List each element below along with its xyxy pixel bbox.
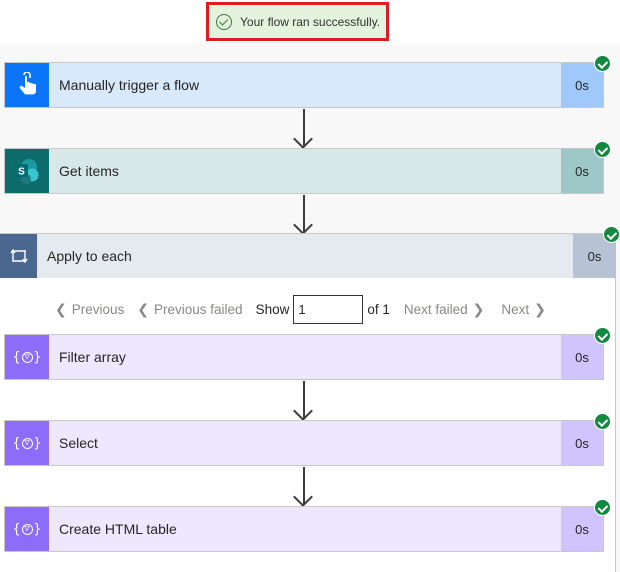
next-button[interactable]: Next ❯ [501, 301, 551, 318]
chevron-right-icon: ❯ [472, 300, 485, 317]
step-title: Apply to each [47, 248, 132, 264]
chevron-left-icon: ❮ [55, 300, 67, 317]
check-circle-icon [216, 13, 232, 30]
show-label: Show [255, 301, 290, 317]
success-check-icon [594, 141, 611, 158]
success-check-icon [594, 55, 611, 72]
step-manually-trigger[interactable]: Manually trigger a flow 0s [4, 55, 611, 108]
step-create-html-table[interactable]: {▽} Create HTML table 0s [4, 499, 611, 552]
previous-failed-label: Previous failed [154, 301, 243, 317]
previous-failed-button[interactable]: ❮ Previous failed [132, 301, 242, 318]
success-banner: Your flow ran successfully. [206, 2, 389, 41]
next-failed-label: Next failed [403, 301, 468, 317]
flow-arrow [303, 381, 305, 419]
success-check-icon [594, 499, 611, 516]
data-operation-icon: {▽} [5, 507, 49, 551]
sharepoint-icon: S [5, 149, 49, 193]
previous-label: Previous [71, 301, 125, 317]
step-title: Filter array [59, 349, 126, 365]
loop-icon [0, 234, 37, 278]
data-operation-icon: {▽} [5, 335, 49, 379]
next-label: Next [501, 301, 530, 317]
step-get-items[interactable]: S Get items 0s [4, 141, 611, 194]
chevron-left-icon: ❮ [137, 300, 149, 317]
touch-hand-icon [5, 63, 49, 107]
iteration-input[interactable] [293, 294, 364, 324]
iteration-pager: ❮ Previous ❮ Previous failed Show of 1 N… [50, 294, 551, 324]
step-filter-array[interactable]: {▽} Filter array 0s [4, 327, 611, 380]
step-apply-to-each[interactable]: Apply to each 0s [0, 226, 620, 278]
success-check-icon [594, 327, 611, 344]
svg-text:S: S [18, 167, 25, 178]
step-title: Get items [59, 163, 119, 179]
step-title: Create HTML table [59, 521, 177, 537]
flow-arrow [303, 195, 305, 233]
flow-arrow [303, 467, 305, 505]
iteration-total: of 1 [367, 301, 390, 317]
previous-button[interactable]: ❮ Previous [50, 301, 124, 318]
next-failed-button[interactable]: Next failed ❯ [404, 301, 490, 318]
success-message: Your flow ran successfully. [240, 14, 381, 29]
chevron-right-icon: ❯ [534, 300, 546, 317]
data-operation-icon: {▽} [5, 421, 49, 465]
success-check-icon [603, 226, 620, 243]
step-title: Select [59, 435, 98, 451]
step-title: Manually trigger a flow [59, 77, 200, 93]
step-select[interactable]: {▽} Select 0s [4, 413, 611, 466]
success-check-icon [594, 413, 611, 430]
flow-arrow [303, 109, 305, 147]
